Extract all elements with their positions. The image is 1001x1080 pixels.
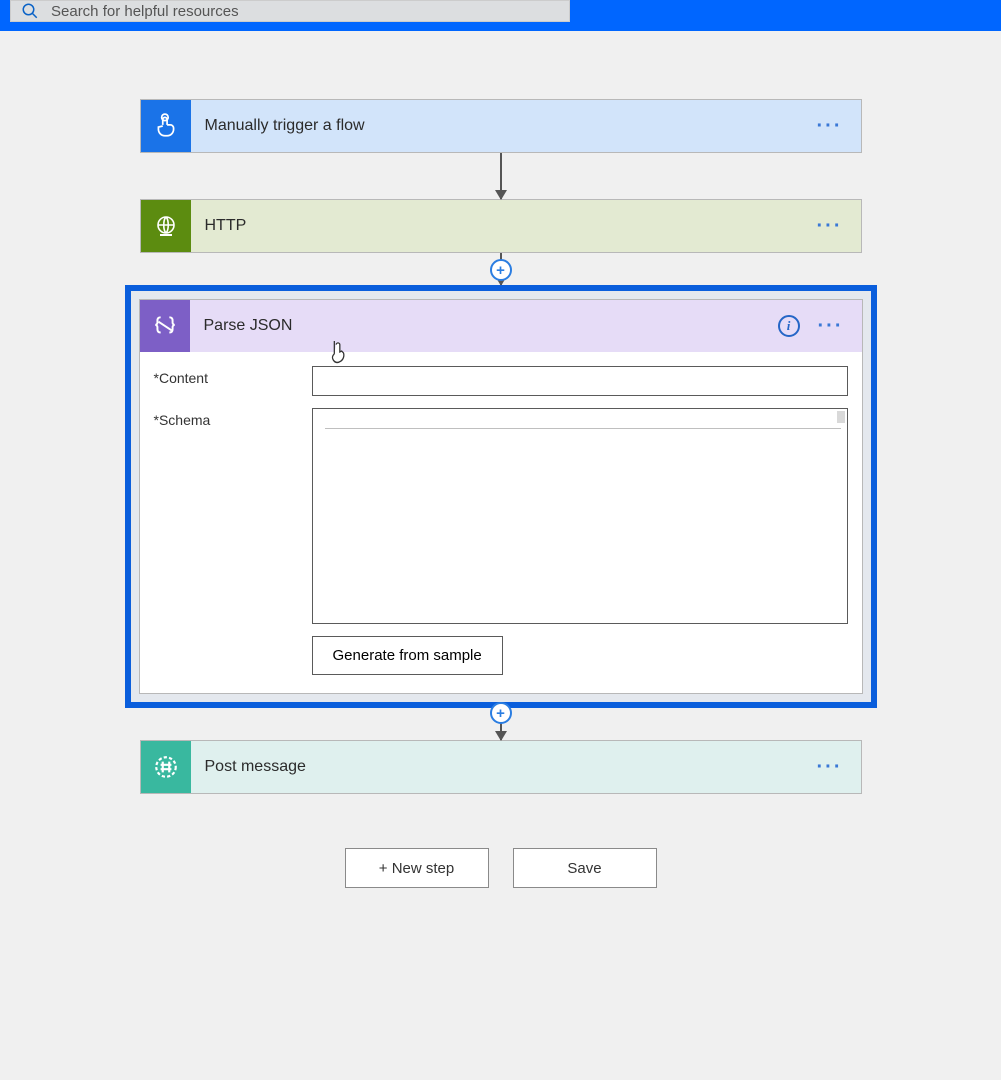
generate-from-sample-button[interactable]: Generate from sample <box>312 636 503 675</box>
top-bar: Search for helpful resources <box>0 0 1001 31</box>
schema-input[interactable] <box>312 408 848 624</box>
touch-icon <box>141 100 191 152</box>
braces-icon <box>140 300 190 352</box>
trigger-card[interactable]: Manually trigger a flow ··· <box>140 99 862 153</box>
search-placeholder: Search for helpful resources <box>51 3 239 20</box>
plus-icon: + <box>496 262 505 279</box>
post-title: Post message <box>191 758 817 776</box>
add-step-button[interactable]: + <box>490 259 512 281</box>
http-title: HTTP <box>191 217 817 235</box>
parse-json-highlight: Parse JSON i ··· *Content *Schema <box>125 285 877 708</box>
hash-icon <box>141 741 191 793</box>
connector-arrow <box>500 153 502 199</box>
new-step-button[interactable]: + New step <box>345 848 489 888</box>
content-label: *Content <box>154 366 312 386</box>
bottom-buttons: + New step Save <box>345 848 657 888</box>
parse-json-card[interactable]: Parse JSON i ··· *Content *Schema <box>139 299 863 694</box>
info-icon[interactable]: i <box>778 315 800 337</box>
parse-body: *Content *Schema Generate from sample <box>140 352 862 693</box>
trigger-title: Manually trigger a flow <box>191 117 817 135</box>
globe-icon <box>141 200 191 252</box>
add-step-button[interactable]: + <box>490 702 512 724</box>
content-input[interactable] <box>312 366 848 396</box>
more-icon[interactable]: ··· <box>817 757 843 777</box>
flow-canvas: Manually trigger a flow ··· HTTP ··· <box>0 31 1001 888</box>
more-icon[interactable]: ··· <box>817 216 843 236</box>
parse-title: Parse JSON <box>190 317 778 335</box>
schema-label: *Schema <box>154 408 312 428</box>
search-icon <box>21 2 39 20</box>
search-input[interactable]: Search for helpful resources <box>10 0 570 22</box>
post-message-card[interactable]: Post message ··· <box>140 740 862 794</box>
save-button[interactable]: Save <box>513 848 657 888</box>
http-card[interactable]: HTTP ··· <box>140 199 862 253</box>
more-icon[interactable]: ··· <box>817 116 843 136</box>
plus-icon: + <box>496 705 505 722</box>
more-icon[interactable]: ··· <box>818 316 844 336</box>
